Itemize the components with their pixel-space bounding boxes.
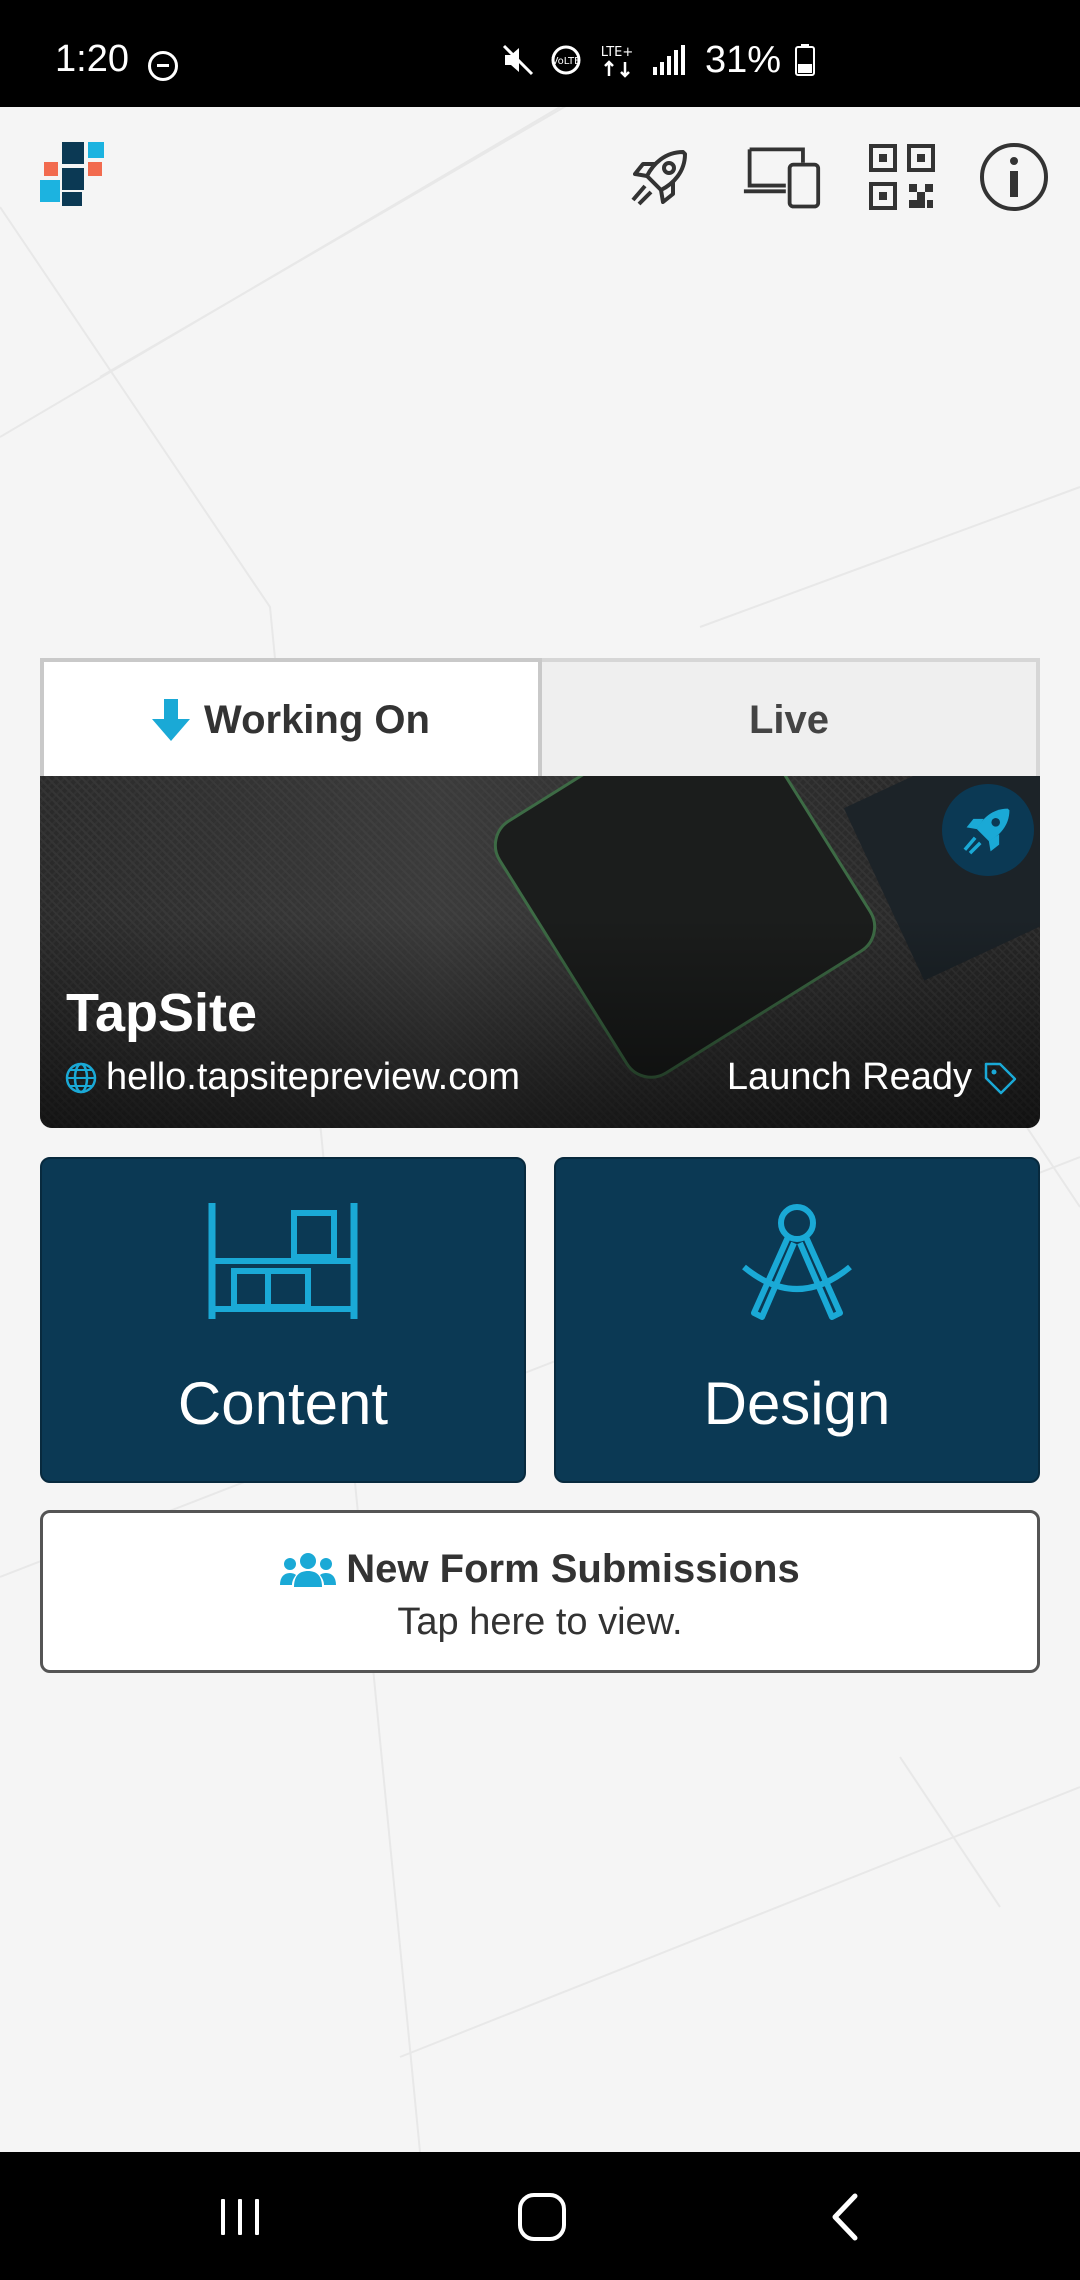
status-indicators: VoLTE LTE+ 31%: [501, 38, 815, 81]
form-submissions-title: New Form Submissions: [43, 1547, 1037, 1592]
mute-icon: [502, 44, 533, 76]
volte-icon: VoLTE: [551, 45, 581, 75]
shelves-icon: [42, 1201, 524, 1321]
volte-label: VoLTE: [552, 56, 581, 67]
site-url[interactable]: hello.tapsitepreview.com: [64, 1056, 520, 1099]
status-bar: 1:20 VoLTE LTE+ 31%: [0, 0, 1080, 107]
network-label: LTE+: [601, 45, 634, 60]
site-title: TapSite: [66, 983, 258, 1043]
tab-live[interactable]: Live: [542, 658, 1040, 778]
compass-icon: [556, 1201, 1038, 1321]
tab-live-label: Live: [748, 697, 830, 742]
site-tabs: Working On Live: [40, 658, 1040, 778]
users-icon: [280, 1552, 337, 1587]
devices-icon[interactable]: [742, 137, 822, 217]
home-icon[interactable]: [502, 2182, 582, 2252]
back-icon[interactable]: [805, 2182, 885, 2252]
site-status-text: Launch Ready: [726, 1056, 972, 1098]
site-status: Launch Ready: [727, 1056, 1018, 1099]
arrow-down-icon: [152, 699, 191, 741]
qr-code-icon[interactable]: [862, 137, 942, 217]
do-not-disturb-icon: [148, 51, 178, 81]
tag-icon: [984, 1062, 1017, 1094]
background-pattern: [0, 107, 1080, 2152]
content-tile-label: Content: [177, 1370, 389, 1437]
top-bar: [0, 107, 1080, 237]
site-url-text: hello.tapsitepreview.com: [106, 1056, 520, 1098]
content-tile[interactable]: Content: [40, 1157, 526, 1483]
tab-working-on[interactable]: Working On: [40, 658, 542, 778]
site-card[interactable]: TapSite hello.tapsitepreview.com Launch …: [40, 776, 1040, 1128]
battery-percent: 31%: [704, 38, 781, 81]
globe-icon: [65, 1062, 97, 1093]
form-submissions-title-text: New Form Submissions: [346, 1547, 800, 1591]
design-tile[interactable]: Design: [554, 1157, 1040, 1483]
info-icon[interactable]: [974, 137, 1054, 217]
signal-icon: [652, 45, 685, 75]
tab-working-on-label: Working On: [204, 697, 430, 742]
lte-icon: LTE+: [601, 45, 634, 78]
design-tile-label: Design: [703, 1370, 891, 1437]
status-time: 1:20: [55, 38, 129, 80]
launch-rocket-icon[interactable]: [942, 784, 1034, 876]
form-submissions-button[interactable]: New Form Submissions Tap here to view.: [40, 1510, 1040, 1673]
system-nav-bar: [0, 2152, 1080, 2280]
rocket-icon[interactable]: [620, 137, 700, 217]
battery-icon: [795, 44, 815, 76]
logo-icon[interactable]: [38, 142, 118, 212]
form-submissions-subtitle: Tap here to view.: [397, 1601, 683, 1643]
recents-icon[interactable]: [200, 2182, 280, 2252]
